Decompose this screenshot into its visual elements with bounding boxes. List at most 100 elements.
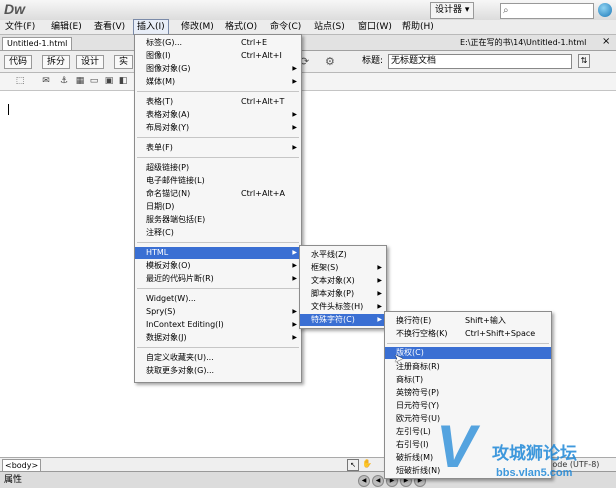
menu-help[interactable]: 帮助(H) xyxy=(399,20,437,34)
menu-site[interactable]: 站点(S) xyxy=(311,20,348,34)
menu-item-special-characters[interactable]: 特殊字符(C) ▶ xyxy=(300,314,386,326)
submenu-arrow-icon: ▶ xyxy=(292,275,297,282)
menu-item-text-objects[interactable]: 文本对象(X) ▶ xyxy=(300,275,386,287)
menu-item-date[interactable]: 日期(D) xyxy=(135,201,301,213)
design-view-button[interactable]: 设计 xyxy=(76,55,105,69)
menu-item-script-objects[interactable]: 脚本对象(P) ▶ xyxy=(300,288,386,300)
menu-separator xyxy=(137,288,299,289)
menu-item-get-more-objects[interactable]: 获取更多对象(G)... xyxy=(135,365,301,377)
submenu-arrow-icon: ▶ xyxy=(292,111,297,118)
menu-item-pound[interactable]: 英镑符号(P) xyxy=(385,387,551,399)
text-cursor xyxy=(8,104,9,115)
submenu-arrow-icon: ▶ xyxy=(292,334,297,341)
menu-item-media[interactable]: 媒体(M) ▶ xyxy=(135,76,301,88)
menu-separator xyxy=(137,242,299,243)
menu-item-server-include[interactable]: 服务器端包括(E) xyxy=(135,214,301,226)
image-icon[interactable]: ▣ xyxy=(103,75,115,87)
table-icon[interactable]: ▦ xyxy=(74,75,86,87)
menu-item-trademark[interactable]: 商标(T) xyxy=(385,374,551,386)
submenu-arrow-icon: ▶ xyxy=(292,65,297,72)
div-icon[interactable]: ▭ xyxy=(88,75,100,87)
menu-item-layout-objects[interactable]: 布局对象(Y) ▶ xyxy=(135,122,301,134)
insert-menu: 标签(G)... Ctrl+E 图像(I) Ctrl+Alt+I 图像对象(G) ▶ … xyxy=(134,34,302,383)
submenu-arrow-icon: ▶ xyxy=(292,262,297,269)
prev-icon[interactable]: ◀ xyxy=(372,475,384,487)
split-view-button[interactable]: 拆分 xyxy=(42,55,71,69)
menu-item-registered[interactable]: 注册商标(R) xyxy=(385,361,551,373)
workspace-switcher[interactable]: 设计器 ▾ xyxy=(430,2,475,19)
email-icon[interactable]: ✉ xyxy=(40,75,52,87)
rewind-icon[interactable]: ◀ xyxy=(358,475,370,487)
menu-item-spry[interactable]: Spry(S) ▶ xyxy=(135,306,301,318)
watermark-title: 攻城狮论坛 xyxy=(492,444,577,464)
submenu-arrow-icon: ▶ xyxy=(292,144,297,151)
menu-bar: 文件(F) 编辑(E) 查看(V) 插入(I) 修改(M) 格式(O) 命令(C… xyxy=(0,19,616,35)
menu-item-horizontal-rule[interactable]: 水平线(Z) xyxy=(300,249,386,261)
properties-label: 属性 xyxy=(4,475,23,485)
menu-item-tag[interactable]: 标签(G)... Ctrl+E xyxy=(135,37,301,49)
menu-file[interactable]: 文件(F) xyxy=(2,20,38,34)
menu-edit[interactable]: 编辑(E) xyxy=(48,20,85,34)
menu-item-line-break[interactable]: 换行符(E) Shift+输入 xyxy=(385,315,551,327)
document-toolbar: 代码 拆分 设计 实 ⟳ ⚙ 标题: 无标题文档 ⇅ xyxy=(0,51,616,73)
watermark-logo: V xyxy=(436,413,477,480)
menu-commands[interactable]: 命令(C) xyxy=(267,20,304,34)
menu-item-recent-snippets[interactable]: 最近的代码片断(R) ▶ xyxy=(135,273,301,285)
menu-item-image[interactable]: 图像(I) Ctrl+Alt+I xyxy=(135,50,301,62)
submenu-arrow-icon: ▶ xyxy=(377,277,382,284)
menu-item-template-objects[interactable]: 模板对象(O) ▶ xyxy=(135,260,301,272)
menu-modify[interactable]: 修改(M) xyxy=(178,20,217,34)
menu-item-frames[interactable]: 框架(S) ▶ xyxy=(300,262,386,274)
search-icon: ⌕ xyxy=(503,5,509,16)
help-search-input[interactable]: ⌕ xyxy=(500,3,594,19)
menu-item-yen[interactable]: 日元符号(Y) xyxy=(385,400,551,412)
menu-item-email-link[interactable]: 电子邮件链接(L) xyxy=(135,175,301,187)
menu-item-hyperlink[interactable]: 超级链接(P) xyxy=(135,162,301,174)
title-bar: Dw 设计器 ▾ ⌕ xyxy=(0,0,616,21)
anchor-icon[interactable]: ⚓ xyxy=(58,75,70,87)
menu-item-table[interactable]: 表格(T) Ctrl+Alt+T xyxy=(135,96,301,108)
close-document-icon[interactable]: × xyxy=(602,36,610,47)
menu-item-head-tags[interactable]: 文件头标签(H) ▶ xyxy=(300,301,386,313)
select-tool-icon[interactable]: ↖ xyxy=(347,459,359,471)
menu-item-nbsp[interactable]: 不换行空格(K) Ctrl+Shift+Space xyxy=(385,328,551,340)
submenu-arrow-icon: ▶ xyxy=(377,303,382,310)
file-management-icon[interactable]: ⇅ xyxy=(578,54,590,68)
menu-separator xyxy=(137,137,299,138)
live-view-button[interactable]: 实 xyxy=(114,55,134,69)
menu-item-named-anchor[interactable]: 命名锚记(N) Ctrl+Alt+A xyxy=(135,188,301,200)
menu-item-incontext-editing[interactable]: InContext Editing(I) ▶ xyxy=(135,319,301,331)
submenu-arrow-icon: ▶ xyxy=(292,78,297,85)
menu-item-table-objects[interactable]: 表格对象(A) ▶ xyxy=(135,109,301,121)
menu-item-customize-favorites[interactable]: 自定义收藏夹(U)... xyxy=(135,352,301,364)
submenu-arrow-icon: ▶ xyxy=(292,124,297,131)
menu-format[interactable]: 格式(O) xyxy=(222,20,260,34)
media-icon[interactable]: ◧ xyxy=(117,75,129,87)
hyperlink-icon[interactable]: ⬚ xyxy=(14,75,26,87)
submenu-arrow-icon: ▶ xyxy=(377,316,382,323)
document-title-field[interactable]: 无标题文档 xyxy=(388,54,572,69)
code-view-button[interactable]: 代码 xyxy=(4,55,33,69)
menu-insert[interactable]: 插入(I) xyxy=(133,19,169,35)
submenu-arrow-icon: ▶ xyxy=(377,290,382,297)
document-tab[interactable]: Untitled-1.html xyxy=(2,37,73,50)
help-orb-icon[interactable] xyxy=(598,3,612,17)
menu-separator xyxy=(137,157,299,158)
submenu-arrow-icon: ▶ xyxy=(377,264,382,271)
menu-item-html[interactable]: HTML ▶ xyxy=(135,247,301,259)
menu-separator xyxy=(387,343,549,344)
menu-item-data-objects[interactable]: 数据对象(J) ▶ xyxy=(135,332,301,344)
menu-item-copyright[interactable]: 版权(C) xyxy=(385,347,551,359)
document-path: E:\正在写的书\14\Untitled-1.html xyxy=(460,38,587,47)
dreamweaver-logo: Dw xyxy=(4,1,25,17)
menu-window[interactable]: 窗口(W) xyxy=(355,20,395,34)
visual-aids-icon[interactable]: ⚙ xyxy=(325,55,335,68)
menu-item-image-objects[interactable]: 图像对象(G) ▶ xyxy=(135,63,301,75)
html-submenu: 水平线(Z) 框架(S) ▶ 文本对象(X) ▶ 脚本对象(P) ▶ 文件头标签(H)… xyxy=(299,245,387,329)
menu-view[interactable]: 查看(V) xyxy=(91,20,128,34)
menu-item-comment[interactable]: 注释(C) xyxy=(135,227,301,239)
hand-tool-icon[interactable]: ✋ xyxy=(362,459,372,469)
menu-item-widget[interactable]: Widget(W)... xyxy=(135,293,301,305)
menu-item-form[interactable]: 表单(F) ▶ xyxy=(135,142,301,154)
document-tab-bar: Untitled-1.html E:\正在写的书\14\Untitled-1.h… xyxy=(0,35,616,51)
